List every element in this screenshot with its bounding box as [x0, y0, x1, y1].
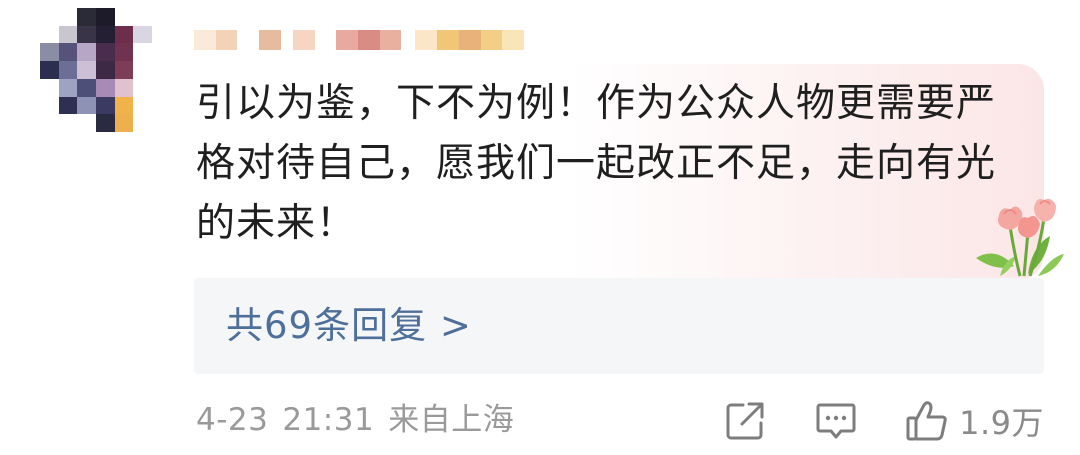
comment-location: 来自上海 — [388, 402, 515, 438]
view-replies-link[interactable]: 共69条回复 > — [226, 300, 472, 352]
comment-meta: 4-23 21:31 来自上海 — [196, 398, 514, 442]
tulip-decoration-icon — [976, 198, 1064, 277]
comment-time: 21:31 — [282, 402, 375, 438]
comment-icon — [816, 403, 856, 439]
thumbs-up-icon — [906, 401, 947, 441]
username-redacted[interactable] — [194, 18, 524, 62]
action-bar: 1.9万 — [725, 396, 1044, 446]
like-button[interactable]: 1.9万 — [905, 398, 1044, 444]
avatar[interactable] — [40, 8, 152, 132]
like-count: 1.9万 — [959, 404, 1044, 442]
comment-card: 引以为鉴，下不为例！作为公众人物更需要严格对待自己，愿我们一起改正不足，走向有光… — [0, 0, 1080, 455]
share-button[interactable] — [725, 401, 765, 441]
share-icon — [726, 402, 764, 440]
comment-date: 4-23 — [196, 402, 269, 438]
comment-button[interactable] — [815, 401, 857, 441]
comment-text: 引以为鉴，下不为例！作为公众人物更需要严格对待自己，愿我们一起改正不足，走向有光… — [196, 81, 997, 246]
